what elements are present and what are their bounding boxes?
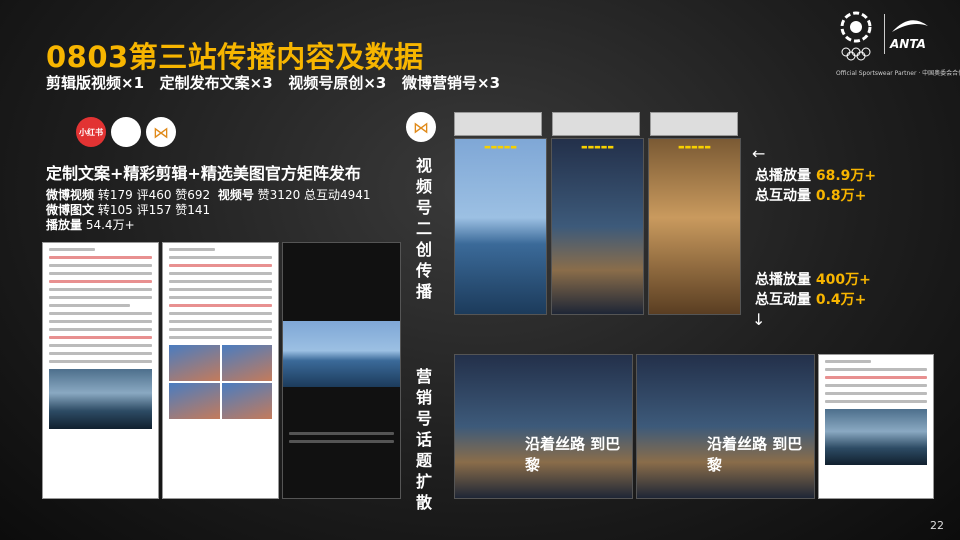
channels-video-3: ▬▬▬▬▬ — [648, 138, 741, 315]
wechat-channels-icon-2: ⋈ — [406, 112, 436, 142]
weibo-post-screenshot-1 — [42, 242, 159, 499]
stat-value: 赞3120 总互动4941 — [257, 188, 371, 202]
stat-label: 播放量 — [46, 218, 83, 232]
stats-block: 微博视频 转179 评460 赞692 视频号 赞3120 总互动4941 微博… — [46, 188, 371, 233]
weibo-icon — [111, 117, 141, 147]
marketing-post-1: 沿着丝路 到巴黎 — [454, 354, 633, 499]
overlay-road-text-2: 沿着丝路 到巴黎 — [707, 435, 803, 474]
plays-label: 总播放量 — [755, 272, 811, 288]
xiaohongshu-icon: 小红书 — [76, 117, 106, 147]
page-title: 0803第三站传播内容及数据 — [46, 40, 424, 74]
olympic-logo-icon — [840, 11, 872, 61]
plays-value: 400万+ — [815, 272, 871, 288]
marketing-post-3 — [818, 354, 934, 499]
stat-label: 微博视频 — [46, 188, 95, 202]
brand-tagline: Official Sportswear Partner · 中国奥委会合作伙伴 — [836, 70, 960, 77]
plays-value: 68.9万+ — [815, 168, 877, 184]
page-number: 22 — [930, 519, 944, 532]
lead-text: 定制文案+精彩剪辑+精选美图官方矩阵发布 — [46, 164, 361, 183]
interactions-label: 总互动量 — [755, 188, 811, 204]
anta-swoosh-icon — [892, 20, 928, 32]
interactions-label: 总互动量 — [755, 292, 811, 308]
logo-divider — [884, 14, 885, 54]
stat-label: 微博图文 — [46, 203, 95, 217]
interactions-value: 0.8万+ — [815, 188, 867, 204]
channels-video-1: ▬▬▬▬▬ — [454, 138, 547, 315]
arrow-down-icon: ↓ — [752, 310, 766, 329]
anta-wordmark: ANTA — [890, 37, 926, 51]
stat-label: 视频号 — [217, 188, 254, 202]
anta-logo: ANTA — [890, 16, 940, 54]
channels-video-2: ▬▬▬▬▬ — [551, 138, 644, 315]
channels-video-screenshot — [282, 242, 401, 499]
wechat-channels-icon: ⋈ — [146, 117, 176, 147]
top-stats: 总播放量 68.9万+ 总互动量 0.8万+ — [755, 166, 876, 206]
stat-value: 转179 评460 赞692 — [97, 188, 211, 202]
xiaohongshu-label: 小红书 — [79, 127, 103, 137]
thumb-header-2 — [552, 112, 640, 136]
weibo-post-screenshot-2 — [162, 242, 279, 499]
interactions-value: 0.4万+ — [815, 292, 867, 308]
stat-value: 54.4万+ — [85, 218, 135, 232]
stat-value: 转105 评157 赞141 — [97, 203, 211, 217]
brand-logos: ANTA Official Sportswear Partner · 中国奥委会… — [836, 10, 960, 80]
thumb-header-3 — [650, 112, 738, 136]
overlay-road-text: 沿着丝路 到巴黎 — [525, 435, 621, 474]
vertical-label-channels: 视频号二创传播 — [415, 156, 432, 301]
arrow-left-icon: ← — [752, 144, 766, 163]
marketing-post-2: 沿着丝路 到巴黎 — [636, 354, 815, 499]
bottom-stats: 总播放量 400万+ 总互动量 0.4万+ — [755, 270, 871, 310]
plays-label: 总播放量 — [755, 168, 811, 184]
thumb-header-1 — [454, 112, 542, 136]
page-subtitle: 剪辑版视频×1 定制发布文案×3 视频号原创×3 微博营销号×3 — [46, 74, 501, 92]
vertical-label-marketing: 营销号话题扩散 — [415, 367, 432, 512]
